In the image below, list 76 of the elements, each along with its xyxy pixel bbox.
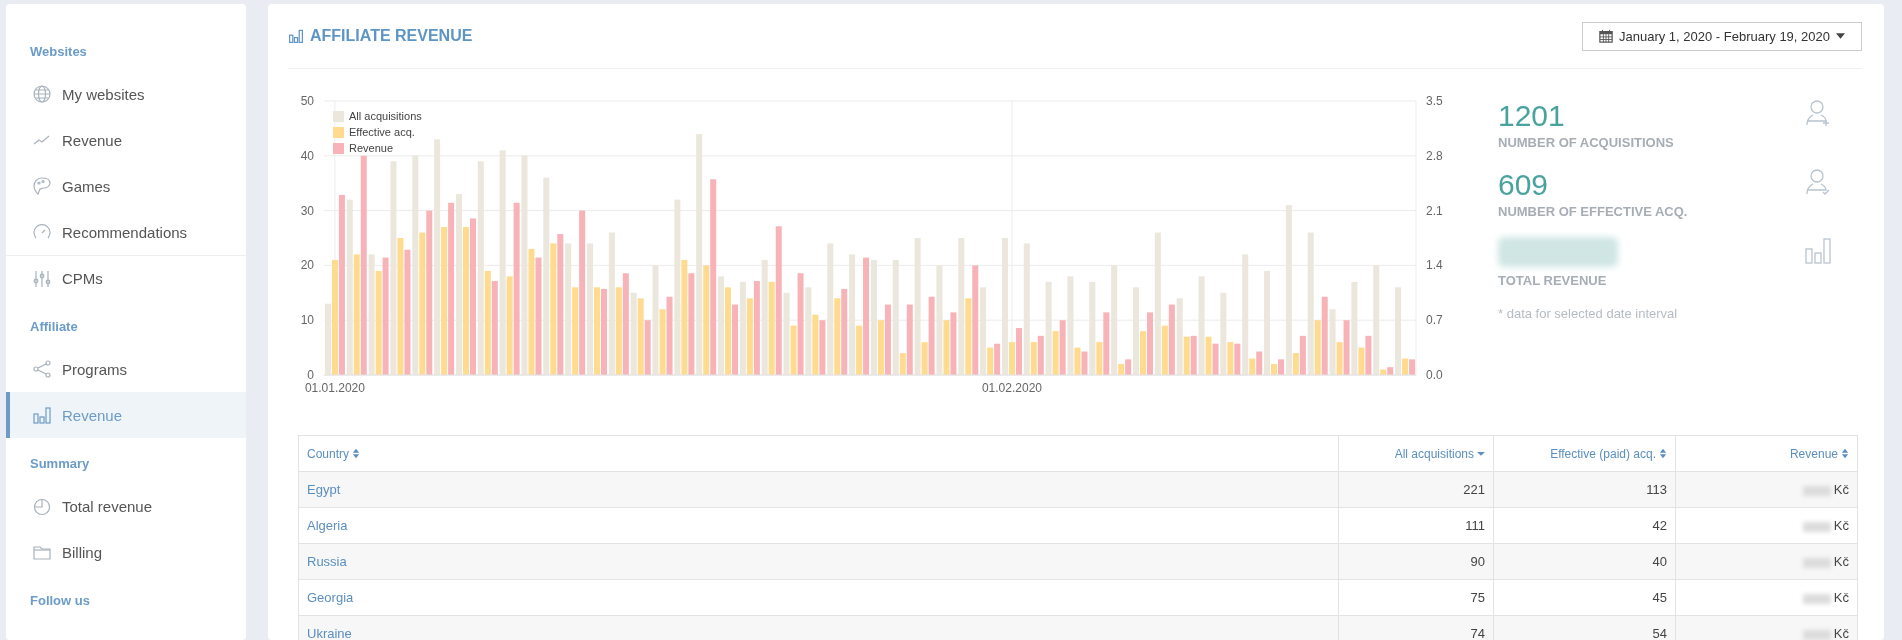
legend-label: Effective acq. (349, 126, 415, 138)
table-cell: 42 (1652, 518, 1667, 533)
table-cell: 75 (1470, 590, 1485, 605)
section-heading: Affiliate (30, 319, 78, 334)
date-label: 01.02.2020 (981, 381, 1042, 395)
section-heading: Follow us (30, 593, 90, 608)
stat-label: TOTAL REVENUE (1498, 273, 1608, 288)
pie-icon (32, 496, 52, 516)
table-cell: 45 (1652, 590, 1667, 605)
calendar-icon (1598, 29, 1613, 43)
stat-label: NUMBER OF ACQUISITIONS (1498, 135, 1674, 150)
country-link[interactable]: Egypt (307, 482, 341, 497)
bars-icon (1804, 237, 1832, 265)
bars-icon (32, 405, 52, 425)
currency-label: Kč (1833, 518, 1849, 533)
date-range-button[interactable]: January 1, 2020 - February 19, 2020 (1581, 21, 1862, 51)
table-cell: 90 (1470, 554, 1485, 569)
table-cell: 111 (1465, 518, 1485, 533)
axis-label: 30 (300, 203, 314, 218)
blurred-value (1802, 485, 1831, 496)
axis-label: 2.8 (1426, 148, 1443, 163)
currency-label: Kč (1833, 482, 1849, 497)
sidebar-item[interactable]: Games (6, 163, 246, 209)
legend-label: Revenue (349, 142, 394, 154)
bar-chart-icon (288, 28, 304, 44)
sidebar-item[interactable]: Total revenue (6, 483, 246, 529)
table-cell: 40 (1652, 554, 1667, 569)
sidebar-item[interactable]: Revenue (6, 117, 246, 163)
section-heading: Websites (30, 44, 87, 59)
axis-label: 0 (307, 368, 314, 382)
axis-label: 50 (300, 94, 314, 108)
sidebar-item[interactable]: My websites (6, 71, 246, 117)
sidebar-item[interactable]: Billing (6, 529, 246, 575)
date-label: 01.01.2020 (304, 381, 365, 395)
sidebar-item[interactable]: CPMs (6, 255, 246, 301)
sidebar-item[interactable]: Recommendations (6, 209, 246, 255)
table-cell: 54 (1652, 626, 1667, 640)
legend-label: All acquisitions (349, 110, 422, 122)
country-link[interactable]: Algeria (307, 518, 348, 533)
axis-label: 20 (300, 258, 314, 273)
footnote: * data for selected date interval (1498, 306, 1679, 321)
table-cell: 113 (1646, 482, 1667, 497)
table-cell: 74 (1470, 626, 1485, 640)
section-heading: Summary (30, 456, 90, 471)
caret-icon (1836, 33, 1845, 39)
user-plus-icon (1804, 99, 1832, 127)
page-title: AFFILIATE REVENUE (310, 27, 473, 45)
country-link[interactable]: Georgia (307, 590, 354, 605)
stat-value: 609 (1498, 168, 1550, 202)
sliders-icon (32, 268, 52, 289)
country-link[interactable]: Russia (307, 554, 347, 569)
country-link[interactable]: Ukraine (307, 626, 352, 640)
blurred-value (1802, 521, 1831, 532)
stat-value: 1201 (1498, 99, 1566, 133)
table-cell: 221 (1463, 482, 1485, 497)
currency-label: Kč (1833, 626, 1849, 640)
globe-icon (32, 84, 52, 104)
axis-label: 3.5 (1426, 94, 1443, 108)
palette-icon (32, 176, 52, 196)
share-icon (32, 359, 52, 379)
axis-label: 2.1 (1426, 203, 1443, 218)
stat-label: NUMBER OF EFFECTIVE ACQ. (1498, 204, 1688, 219)
axis-label: 40 (300, 148, 314, 163)
sidebar-item[interactable]: Programs (6, 346, 246, 392)
sidebar-item[interactable]: Revenue (6, 392, 246, 438)
currency-label: Kč (1833, 590, 1849, 605)
column-header[interactable]: Country (307, 446, 361, 461)
blurred-value (1802, 593, 1831, 604)
column-header[interactable]: Revenue (1789, 446, 1849, 461)
currency-label: Kč (1833, 554, 1849, 569)
axis-label: 1.4 (1426, 258, 1443, 273)
axis-label: 10 (300, 313, 314, 328)
axis-label: 0.0 (1426, 368, 1443, 382)
user-check-icon (1804, 168, 1832, 196)
axis-label: 0.7 (1426, 313, 1443, 328)
blurred-value (1802, 557, 1831, 568)
